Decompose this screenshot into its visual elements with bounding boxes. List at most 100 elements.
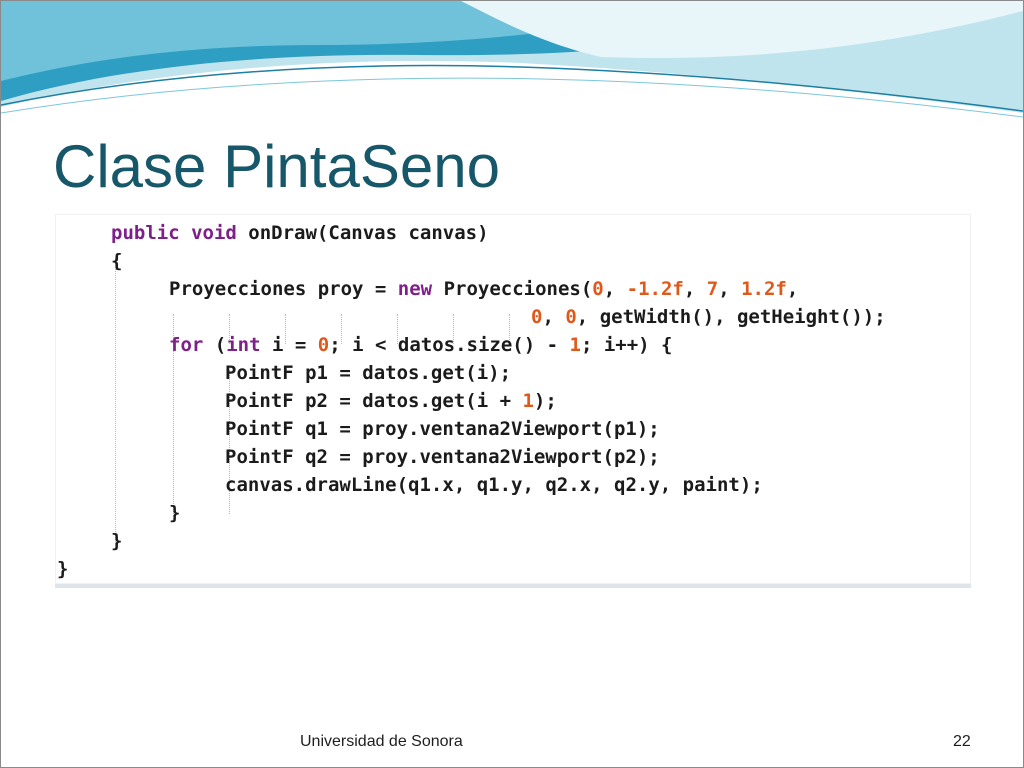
code-token: 1.2f (741, 278, 787, 300)
slide-number: 22 (953, 733, 971, 750)
code-token: -1.2f (626, 278, 684, 300)
code-token: int (226, 334, 272, 356)
code-token: PointF p2 (225, 390, 340, 412)
code-token: p2 (613, 446, 637, 468)
code-token: () - (512, 334, 570, 356)
code-token: proy.ventana2Viewport (362, 446, 603, 468)
code-token: q1.y (476, 474, 523, 496)
code-token: getWidth (599, 306, 692, 328)
code-line: } (111, 527, 122, 555)
code-line: } (169, 499, 180, 527)
code-token: i (352, 334, 375, 356)
code-token: < (375, 334, 398, 356)
footer-institution: Universidad de Sonora (300, 733, 463, 750)
code-token: PointF p1 (225, 362, 340, 384)
code-token: ; (329, 334, 353, 356)
decorative-header-swoosh (1, 1, 1023, 118)
code-token: } (111, 530, 123, 552)
code-token: , (683, 278, 707, 300)
code-token: ); (488, 362, 512, 384)
code-token: 0 (317, 334, 330, 356)
code-token: , (576, 306, 600, 328)
code-token: = (339, 446, 363, 468)
code-line: canvas.drawLine(q1.x, q1.y, q2.x, q2.y, … (225, 471, 763, 499)
code-line: 0, 0, getWidth(), getHeight()); (531, 303, 886, 331)
code-token: ()); (839, 306, 886, 328)
code-token: i (476, 390, 500, 412)
code-token: ( (580, 278, 593, 300)
indent-guide (115, 258, 116, 544)
code-token: ); (739, 474, 763, 496)
code-token: ); (533, 390, 557, 412)
code-token: = (339, 418, 363, 440)
code-token: datos.get (362, 362, 466, 384)
code-token: = (294, 334, 318, 356)
code-token: } (57, 558, 69, 580)
code-line: Proyecciones proy = new Proyecciones(0, … (169, 275, 798, 303)
code-token: Canvas canvas (328, 222, 478, 244)
code-token: , (603, 278, 627, 300)
code-token: = (374, 278, 398, 300)
code-token: , (522, 474, 546, 496)
code-token: getHeight (736, 306, 840, 328)
code-token: ( (396, 474, 409, 496)
code-line: public void onDraw(Canvas canvas) (111, 219, 489, 247)
code-token: , (659, 474, 683, 496)
code-token: ); (636, 446, 660, 468)
code-token: PointF q1 (225, 418, 340, 440)
code-line: } (57, 555, 68, 583)
code-token: ( (214, 334, 227, 356)
code-token: paint (682, 474, 740, 496)
code-token: ) (477, 222, 489, 244)
code-token: Proyecciones proy (169, 278, 375, 300)
code-token: ); (636, 418, 660, 440)
code-token: ( (316, 222, 329, 244)
code-token: i (603, 334, 616, 356)
code-panel: public void onDraw(Canvas canvas){Proyec… (55, 214, 971, 588)
code-token: q2.x (545, 474, 592, 496)
code-token: i (271, 334, 295, 356)
code-token: , (453, 474, 477, 496)
code-token: datos.size (397, 334, 513, 356)
code-token: = (339, 390, 363, 412)
code-token: { (111, 250, 123, 272)
code-line: PointF p1 = datos.get(i); (225, 359, 511, 387)
code-token: q1.x (408, 474, 454, 496)
code-line: PointF p2 = datos.get(i + 1); (225, 387, 557, 415)
code-token: , (542, 306, 566, 328)
code-token: proy.ventana2Viewport (362, 418, 603, 440)
code-token: , (591, 474, 615, 496)
code-token: ; (580, 334, 604, 356)
code-token: new (397, 278, 444, 300)
code-token: } (169, 502, 181, 524)
code-line: { (111, 247, 122, 275)
code-line: for (int i = 0; i < datos.size() - 1; i+… (169, 331, 672, 359)
code-line: PointF q1 = proy.ventana2Viewport(p1); (225, 415, 660, 443)
code-token: for (169, 334, 215, 356)
code-token: i (476, 362, 489, 384)
code-token: onDraw (248, 222, 317, 244)
code-token: 0 (592, 278, 604, 300)
code-token: p1 (613, 418, 637, 440)
code-token: + (499, 390, 523, 412)
code-token: public void (111, 222, 249, 244)
code-token: ++) { (615, 334, 673, 356)
code-token: ( (602, 446, 614, 468)
code-token: (), (691, 306, 737, 328)
code-token: 7 (706, 278, 719, 300)
code-token: , (718, 278, 742, 300)
code-token: ( (465, 390, 477, 412)
code-token: datos.get (362, 390, 466, 412)
slide: Clase PintaSeno public void onDraw(Canva… (0, 0, 1024, 768)
code-token: 0 (531, 306, 543, 328)
code-token: ( (602, 418, 614, 440)
code-token: ( (465, 362, 477, 384)
code-token: 1 (522, 390, 534, 412)
code-token: 1 (569, 334, 581, 356)
code-token: = (339, 362, 363, 384)
code-token: canvas.drawLine (225, 474, 397, 496)
code-token: Proyecciones (443, 278, 581, 300)
slide-title: Clase PintaSeno (53, 133, 500, 200)
code-token: PointF q2 (225, 446, 340, 468)
code-token: , (786, 278, 799, 300)
